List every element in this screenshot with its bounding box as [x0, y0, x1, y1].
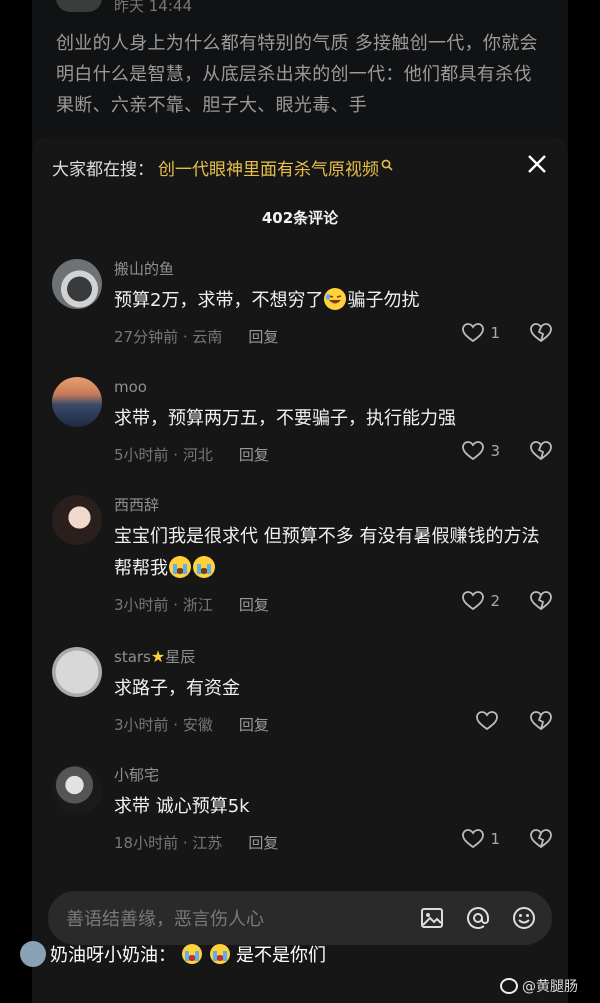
comment-input-bar[interactable]: 善语结善缘，恶言伤人心: [48, 891, 552, 945]
screen: 昨天 14:44 创业的人身上为什么都有特别的气质 多接触创一代，你就会明白什么…: [0, 0, 600, 1003]
avatar[interactable]: [52, 377, 102, 427]
comment-text: 预算2万，求带，不想穷了 骗子勿扰: [114, 288, 420, 311]
background-post: 昨天 14:44 创业的人身上为什么都有特别的气质 多接触创一代，你就会明白什么…: [32, 0, 568, 150]
comment-item: moo 求带，预算两万五，不要骗子，执行能力强 5小时前 · 河北 回复 3: [52, 375, 552, 493]
reply-button[interactable]: 回复: [248, 326, 278, 347]
comment-meta: 27分钟前 · 云南 回复 1: [114, 323, 552, 349]
comment-sheet: 大家都在搜： 创一代眼神里面有杀气原视频 402条评论 搬山的鱼 预算2万，求带…: [32, 137, 568, 1003]
comment-text: 求带 诚心预算5k: [114, 796, 250, 817]
comment-time-location: 27分钟前 · 云南: [114, 327, 223, 346]
close-icon: [528, 155, 546, 173]
comment-author[interactable]: 西西辞: [114, 493, 552, 517]
avatar[interactable]: [52, 647, 102, 697]
comment-time-location: 3小时前 · 浙江: [114, 595, 213, 614]
laughing-emoji-icon: [324, 288, 347, 310]
heart-icon: [476, 711, 498, 731]
comment-time-location: 18小时前 · 江苏: [114, 833, 223, 852]
close-button[interactable]: [522, 149, 552, 179]
search-suggestion[interactable]: 大家都在搜： 创一代眼神里面有杀气原视频: [52, 153, 548, 181]
dislike-button[interactable]: [530, 711, 552, 731]
comment-item: 搬山的鱼 预算2万，求带，不想穷了 骗子勿扰 27分钟前 · 云南 回复 1: [52, 257, 552, 375]
like-button[interactable]: 1: [462, 323, 500, 343]
post-text: 创业的人身上为什么都有特别的气质 多接触创一代，你就会明白什么是智慧，从底层杀出…: [56, 33, 538, 116]
crying-emoji-icon: [169, 556, 191, 578]
watermark: @黄腿肠: [500, 976, 578, 996]
comment-author[interactable]: 搬山的鱼: [114, 257, 552, 281]
emoji-icon[interactable]: [510, 904, 538, 932]
like-button[interactable]: 1: [462, 829, 500, 849]
comment-meta: 3小时前 · 浙江 回复 2: [114, 591, 552, 617]
search-icon: [381, 159, 393, 175]
dislike-button[interactable]: [530, 829, 552, 849]
crying-emoji-icon: [193, 556, 215, 578]
crying-emoji-icon: [209, 943, 231, 965]
search-query-link[interactable]: 创一代眼神里面有杀气原视频: [158, 155, 379, 180]
avatar: [20, 941, 46, 967]
comment-time-location: 3小时前 · 安徽: [114, 715, 213, 734]
avatar[interactable]: [52, 495, 102, 545]
comment-text: 求路子，有资金: [114, 678, 240, 699]
broken-heart-icon: [530, 323, 552, 343]
dislike-button[interactable]: [530, 441, 552, 461]
like-count: 2: [490, 592, 500, 610]
mention-icon[interactable]: [464, 904, 492, 932]
reply-button[interactable]: 回复: [248, 832, 278, 853]
avatar[interactable]: [52, 259, 102, 309]
post-avatar: [56, 0, 102, 12]
danmaku-comment: 奶油呀小奶油： 是不是你们: [20, 941, 326, 967]
search-prefix: 大家都在搜：: [52, 159, 154, 180]
comment-list: 搬山的鱼 预算2万，求带，不想穷了 骗子勿扰 27分钟前 · 云南 回复 1 m…: [52, 257, 552, 873]
reply-button[interactable]: 回复: [239, 594, 269, 615]
danmaku-text: 是不是你们: [236, 945, 326, 966]
heart-icon: [462, 591, 485, 611]
weibo-icon: [500, 978, 518, 994]
reply-button[interactable]: 回复: [239, 444, 269, 465]
broken-heart-icon: [530, 711, 552, 731]
danmaku-author: 奶油呀小奶油：: [50, 945, 176, 966]
broken-heart-icon: [530, 441, 552, 461]
like-button[interactable]: 2: [462, 591, 500, 611]
comment-item: stars★星辰 求路子，有资金 3小时前 · 安徽 回复: [52, 645, 552, 763]
comment-item: 西西辞 宝宝们我是很求代 但预算不多 有没有暑假赚钱的方法帮帮我 3小时前 · …: [52, 493, 552, 645]
comment-author[interactable]: stars★星辰: [114, 645, 552, 669]
heart-icon: [462, 829, 485, 849]
broken-heart-icon: [530, 829, 552, 849]
avatar[interactable]: [52, 765, 102, 815]
comment-text: 求带，预算两万五，不要骗子，执行能力强: [114, 408, 456, 429]
post-time: 昨天 14:44: [114, 0, 192, 15]
star-icon: ★: [150, 647, 166, 666]
like-count: 1: [490, 324, 500, 342]
watermark-text: @黄腿肠: [522, 979, 578, 995]
comment-count: 402条评论: [261, 209, 339, 227]
crying-emoji-icon: [181, 943, 203, 965]
heart-icon: [462, 441, 485, 461]
comment-meta: 5小时前 · 河北 回复 3: [114, 441, 552, 467]
dislike-button[interactable]: [530, 323, 552, 343]
like-button[interactable]: 3: [462, 441, 500, 461]
broken-heart-icon: [530, 591, 552, 611]
comment-item: 小郁宅 求带 诚心预算5k 18小时前 · 江苏 回复 1: [52, 763, 552, 873]
like-count: 3: [490, 442, 500, 460]
comment-input[interactable]: 善语结善缘，恶言伤人心: [66, 905, 418, 931]
dislike-button[interactable]: [530, 591, 552, 611]
heart-icon: [462, 323, 485, 343]
comment-author[interactable]: 小郁宅: [114, 763, 552, 787]
image-icon[interactable]: [418, 904, 446, 932]
comment-author[interactable]: moo: [114, 375, 552, 399]
like-button[interactable]: [476, 711, 504, 731]
reply-button[interactable]: 回复: [239, 714, 269, 735]
like-count: 1: [490, 830, 500, 848]
comment-time-location: 5小时前 · 河北: [114, 445, 213, 464]
comment-meta: 3小时前 · 安徽 回复: [114, 711, 552, 737]
comment-meta: 18小时前 · 江苏 回复 1: [114, 829, 552, 855]
comment-text: 宝宝们我是很求代 但预算不多 有没有暑假赚钱的方法帮帮我: [114, 526, 540, 579]
